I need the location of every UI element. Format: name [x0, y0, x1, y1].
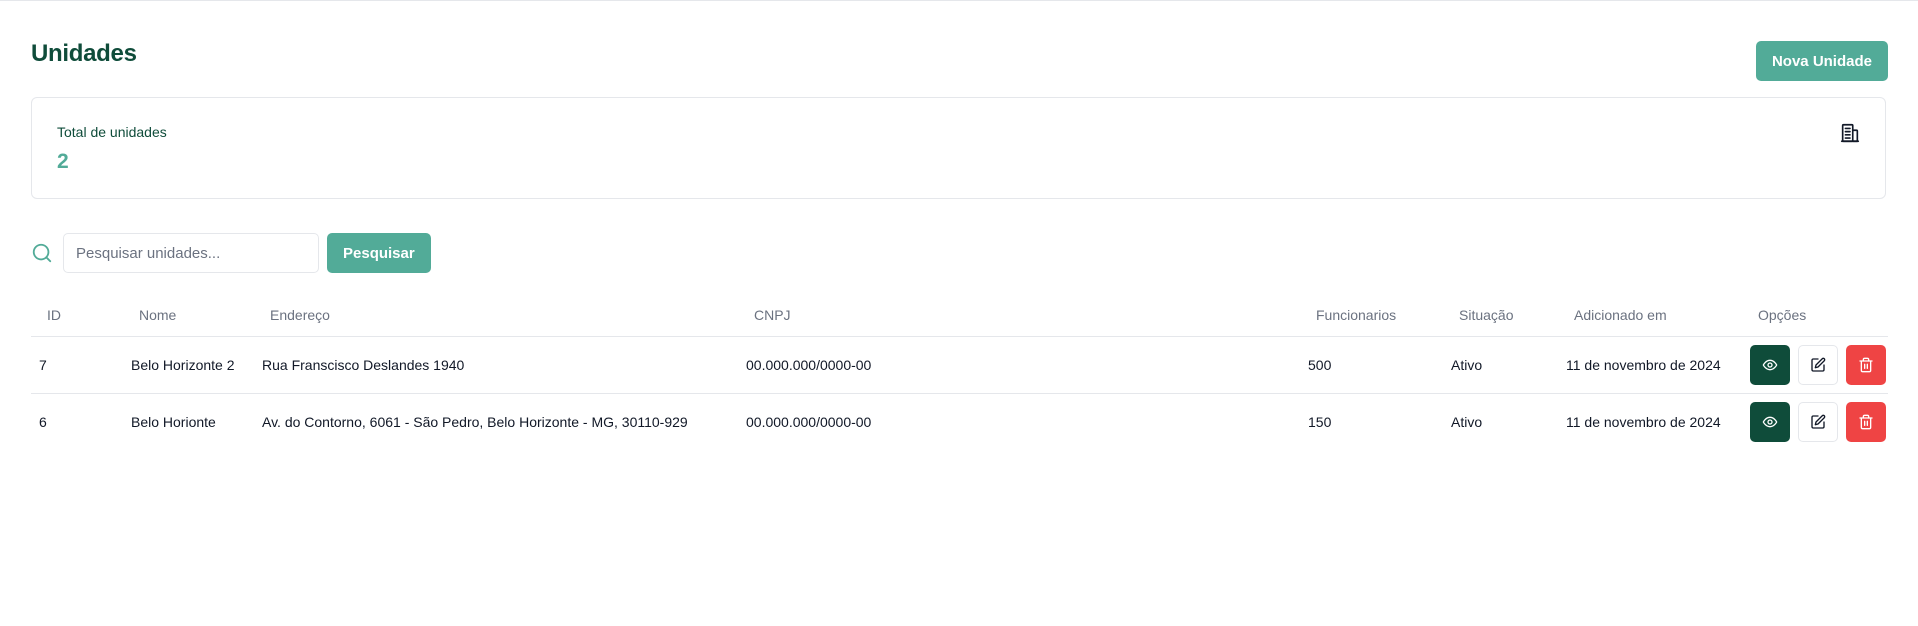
column-header-nome[interactable]: Nome	[123, 293, 254, 337]
edit-icon	[1811, 357, 1826, 372]
cell-endereco: Av. do Contorno, 6061 - São Pedro, Belo …	[262, 414, 688, 430]
cell-adicionado: 11 de novembro de 2024	[1558, 336, 1742, 394]
delete-button[interactable]	[1846, 345, 1886, 385]
cell-nome: Belo Horizonte 2	[123, 336, 254, 394]
cell-id: 7	[31, 336, 123, 394]
search-icon	[31, 242, 53, 264]
cell-id: 6	[39, 414, 47, 430]
summary-value: 2	[57, 150, 69, 173]
cell-endereco: Rua Franscisco Deslandes 1940	[254, 336, 738, 394]
search-bar: Pesquisar	[31, 233, 631, 273]
eye-icon	[1762, 359, 1778, 371]
column-header-opcoes: Opções	[1742, 293, 1888, 337]
summary-label: Total de unidades	[57, 124, 167, 140]
column-header-funcionarios[interactable]: Funcionarios	[1300, 293, 1443, 337]
edit-icon	[1811, 414, 1826, 429]
cell-nome: Belo Horionte	[131, 414, 216, 430]
page-title: Unidades	[31, 40, 137, 67]
cell-cnpj: 00.000.000/0000-00	[738, 336, 1300, 394]
table-row: 7 Belo Horizonte 2 Rua Franscisco Deslan…	[31, 336, 1888, 394]
cell-adicionado: 11 de novembro de 2024	[1566, 414, 1721, 430]
view-button[interactable]	[1750, 345, 1790, 385]
top-border	[0, 0, 1918, 1]
column-header-endereco[interactable]: Endereço	[254, 293, 738, 337]
trash-icon	[1859, 414, 1873, 430]
cell-situacao: Ativo	[1443, 336, 1558, 394]
table-header-row: ID Nome Endereço CNPJ Funcionarios Situa…	[31, 293, 1888, 337]
cell-funcionarios: 150	[1308, 414, 1332, 430]
column-header-cnpj[interactable]: CNPJ	[738, 293, 1300, 337]
cell-funcionarios: 500	[1300, 336, 1443, 394]
delete-button[interactable]	[1846, 402, 1886, 442]
cell-cnpj: 00.000.000/0000-00	[746, 414, 872, 430]
table-row: 6 Belo Horionte Av. do Contorno, 6061 - …	[31, 394, 1888, 451]
cell-opcoes	[1742, 394, 1888, 451]
search-button[interactable]: Pesquisar	[327, 233, 431, 273]
eye-icon	[1762, 416, 1778, 428]
cell-situacao: Ativo	[1451, 414, 1483, 430]
column-header-situacao[interactable]: Situação	[1443, 293, 1558, 337]
units-table: ID Nome Endereço CNPJ Funcionarios Situa…	[31, 293, 1888, 450]
edit-button[interactable]	[1798, 345, 1838, 385]
edit-button[interactable]	[1798, 402, 1838, 442]
new-unit-button[interactable]: Nova Unidade	[1755, 41, 1888, 81]
cell-opcoes	[1742, 336, 1888, 394]
column-header-id[interactable]: ID	[31, 293, 123, 337]
building-icon	[1839, 122, 1861, 144]
view-button[interactable]	[1750, 402, 1790, 442]
search-input[interactable]	[63, 233, 319, 273]
column-header-adicionado[interactable]: Adicionado em	[1558, 293, 1742, 337]
summary-card: Total de unidades 2	[31, 97, 1886, 199]
trash-icon	[1859, 357, 1873, 373]
